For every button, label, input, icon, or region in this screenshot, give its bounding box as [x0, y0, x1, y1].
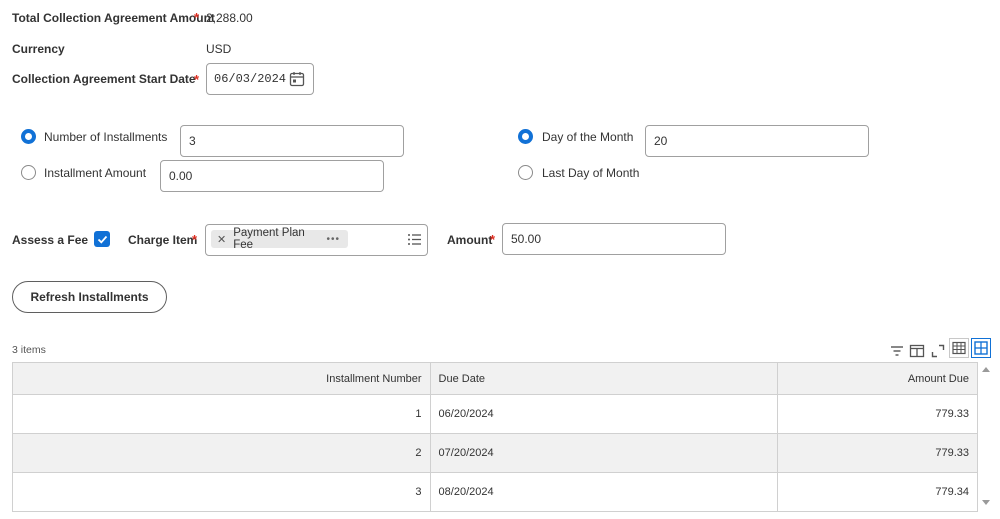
- grid-view-icon: [974, 341, 988, 355]
- table-view-icon: [952, 341, 966, 355]
- charge-item-pill[interactable]: ✕ Payment Plan Fee •••: [211, 227, 348, 251]
- installment-amount-radio[interactable]: [21, 165, 36, 180]
- refresh-installments-button[interactable]: Refresh Installments: [12, 281, 167, 313]
- start-date-value: 06/03/2024: [214, 72, 287, 86]
- amount-due-cell: 779.33: [777, 394, 978, 434]
- due-date-cell: 06/20/2024: [429, 394, 779, 434]
- table-row: 1 06/20/2024 779.33: [12, 394, 978, 434]
- table-row: 3 08/20/2024 779.34: [12, 472, 978, 512]
- installment-amount-input[interactable]: 0.00: [160, 160, 384, 192]
- required-marker: *: [490, 232, 496, 247]
- day-of-month-radio[interactable]: [518, 129, 533, 144]
- day-of-month-input[interactable]: 20: [645, 125, 869, 157]
- item-count: 3 items: [12, 344, 46, 356]
- installment-number-cell: 1: [12, 394, 431, 434]
- total-amount-label: Total Collection Agreement Amount: [12, 11, 215, 25]
- assess-fee-checkbox[interactable]: [94, 231, 110, 247]
- column-header-installment-number[interactable]: Installment Number: [12, 362, 431, 395]
- required-marker: *: [194, 10, 200, 25]
- amount-due-cell: 779.33: [777, 433, 978, 473]
- due-date-cell: 07/20/2024: [429, 433, 779, 473]
- scroll-up-icon[interactable]: [982, 367, 990, 372]
- table-scrollbar[interactable]: [980, 362, 992, 512]
- installment-number-cell: 2: [12, 433, 431, 473]
- number-of-installments-radio[interactable]: [21, 129, 36, 144]
- required-marker: *: [192, 232, 198, 247]
- close-icon[interactable]: ✕: [217, 233, 226, 246]
- required-marker: *: [194, 72, 200, 87]
- number-of-installments-label: Number of Installments: [44, 130, 168, 144]
- list-icon[interactable]: [407, 232, 422, 247]
- total-amount-value: 2,288.00: [206, 11, 253, 25]
- columns-icon[interactable]: [909, 343, 925, 359]
- check-icon: [97, 235, 107, 244]
- last-day-of-month-radio[interactable]: [518, 165, 533, 180]
- installment-amount-value: 0.00: [169, 169, 193, 183]
- day-of-month-label: Day of the Month: [542, 130, 634, 144]
- fee-amount-label: Amount: [447, 233, 493, 247]
- number-of-installments-input[interactable]: 3: [180, 125, 404, 157]
- table-row: 2 07/20/2024 779.33: [12, 433, 978, 473]
- more-icon[interactable]: •••: [326, 234, 340, 245]
- calendar-icon[interactable]: [289, 71, 305, 87]
- table-header-row: Installment Number Due Date Amount Due: [12, 362, 978, 395]
- scroll-down-icon[interactable]: [982, 500, 990, 505]
- fee-amount-input[interactable]: 50.00: [502, 223, 726, 255]
- installments-table: Installment Number Due Date Amount Due 1…: [12, 362, 978, 512]
- charge-item-value: Payment Plan Fee: [233, 227, 305, 251]
- assess-fee-label: Assess a Fee: [12, 233, 89, 247]
- column-header-amount-due[interactable]: Amount Due: [777, 362, 978, 395]
- start-date-field[interactable]: 06/03/2024: [206, 63, 314, 95]
- due-date-cell: 08/20/2024: [429, 472, 779, 512]
- currency-label: Currency: [12, 42, 65, 56]
- amount-due-cell: 779.34: [777, 472, 978, 512]
- installment-amount-label: Installment Amount: [44, 166, 147, 180]
- expand-icon[interactable]: [930, 343, 946, 359]
- table-view-button[interactable]: [949, 338, 969, 358]
- installment-number-cell: 3: [12, 472, 431, 512]
- currency-value: USD: [206, 42, 232, 56]
- fee-amount-value: 50.00: [511, 232, 542, 246]
- day-of-month-value: 20: [654, 134, 668, 148]
- column-header-due-date[interactable]: Due Date: [429, 362, 779, 395]
- charge-item-label: Charge Item: [128, 233, 198, 247]
- grid-view-button[interactable]: [971, 338, 991, 358]
- filter-icon[interactable]: [889, 343, 905, 359]
- number-of-installments-value: 3: [189, 134, 196, 148]
- start-date-label: Collection Agreement Start Date: [12, 72, 196, 86]
- last-day-of-month-label: Last Day of Month: [542, 166, 640, 180]
